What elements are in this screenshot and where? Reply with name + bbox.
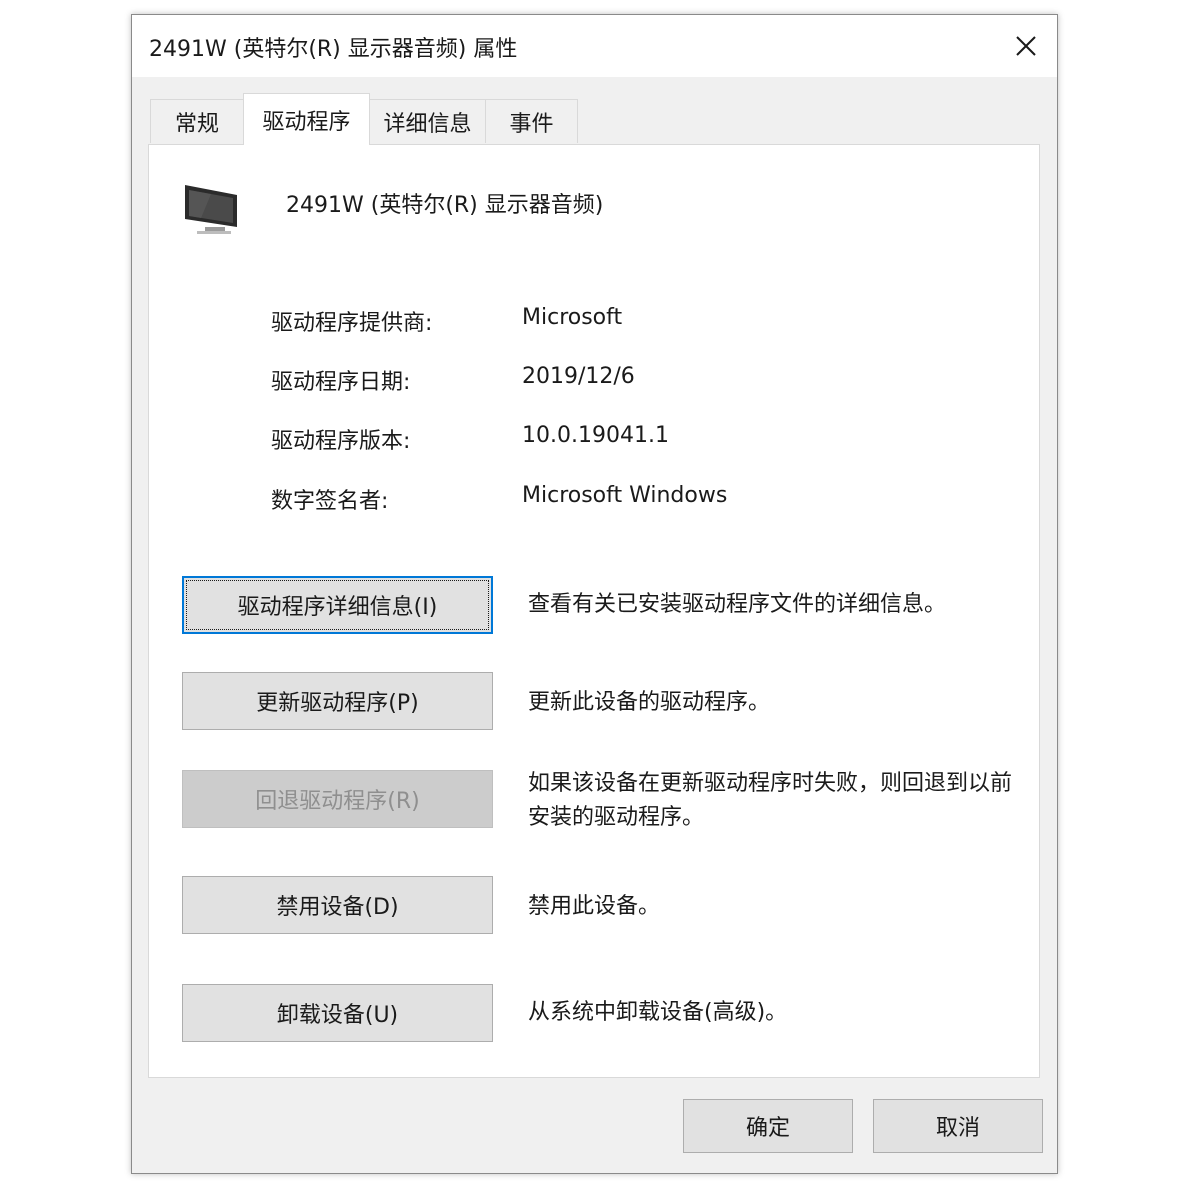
tab-general[interactable]: 常规	[150, 99, 244, 143]
update-driver-button[interactable]: 更新驱动程序(P)	[182, 672, 493, 730]
title-bar: 2491W (英特尔(R) 显示器音频) 属性	[132, 15, 1057, 77]
update-driver-description: 更新此设备的驱动程序。	[528, 690, 771, 715]
version-label: 驱动程序版本:	[271, 429, 411, 454]
uninstall-device-button[interactable]: 卸载设备(U)	[182, 984, 493, 1042]
tab-details[interactable]: 详细信息	[369, 99, 486, 143]
cancel-button[interactable]: 取消	[873, 1099, 1043, 1153]
tab-label: 事件	[509, 111, 554, 137]
tab-label: 驱动程序	[262, 109, 351, 135]
properties-dialog: 2491W (英特尔(R) 显示器音频) 属性 常规 驱动程序 详细信息 事件	[131, 14, 1058, 1174]
disable-device-button[interactable]: 禁用设备(D)	[182, 876, 493, 934]
monitor-icon	[185, 185, 237, 234]
roll-back-driver-button[interactable]: 回退驱动程序(R)	[182, 770, 493, 828]
device-name: 2491W (英特尔(R) 显示器音频)	[286, 193, 604, 218]
date-value: 2019/12/6	[522, 364, 635, 389]
tab-label: 详细信息	[383, 111, 472, 137]
date-label: 驱动程序日期:	[271, 370, 411, 395]
close-button[interactable]	[995, 15, 1057, 77]
tab-label: 常规	[174, 111, 219, 137]
window-title: 2491W (英特尔(R) 显示器音频) 属性	[149, 37, 518, 62]
uninstall-device-description: 从系统中卸载设备(高级)。	[528, 1000, 788, 1025]
signer-label: 数字签名者:	[271, 489, 389, 514]
driver-tab-panel: 2491W (英特尔(R) 显示器音频) 驱动程序提供商: Microsoft …	[148, 144, 1040, 1078]
version-value: 10.0.19041.1	[522, 423, 669, 448]
driver-details-description: 查看有关已安装驱动程序文件的详细信息。	[528, 592, 947, 617]
tab-events[interactable]: 事件	[485, 99, 578, 143]
provider-value: Microsoft	[522, 305, 623, 330]
ok-button[interactable]: 确定	[683, 1099, 853, 1153]
provider-label: 驱动程序提供商:	[271, 311, 433, 336]
tab-driver[interactable]: 驱动程序	[243, 93, 370, 145]
driver-details-button[interactable]: 驱动程序详细信息(I)	[182, 576, 493, 634]
close-icon	[1016, 36, 1036, 56]
disable-device-description: 禁用此设备。	[528, 894, 661, 919]
roll-back-driver-description: 如果该设备在更新驱动程序时失败，则回退到以前安装的驱动程序。	[528, 771, 1013, 830]
signer-value: Microsoft Windows	[522, 483, 728, 508]
